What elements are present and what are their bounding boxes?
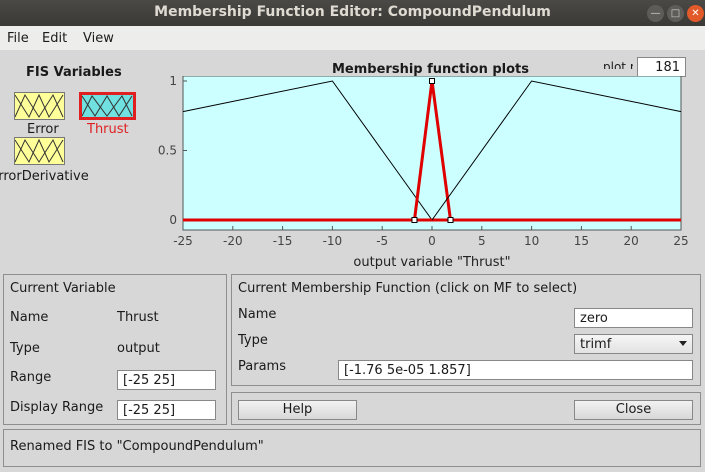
- mf-zero-vertex-handle: [411, 217, 418, 223]
- x-tick-label: -5: [376, 234, 388, 248]
- mf-triangles-icon: [14, 93, 64, 119]
- mf-type-select[interactable]: trimf: [574, 334, 693, 354]
- plot-points-input[interactable]: 181: [637, 57, 686, 77]
- status-text: Renamed FIS to "CompoundPendulum": [10, 439, 264, 454]
- fis-var-thrust[interactable]: [79, 92, 136, 120]
- x-axis-label: output variable "Thrust": [353, 255, 510, 270]
- mf-params-label: Params: [238, 359, 286, 374]
- fis-var-errorderivative[interactable]: [14, 137, 65, 165]
- close-button[interactable]: Close: [574, 400, 693, 420]
- fis-var-errorderivative-label-clip: ErrorDerivative: [0, 169, 110, 187]
- menu-edit[interactable]: Edit: [42, 31, 67, 46]
- menu-file[interactable]: File: [7, 31, 29, 46]
- membership-function-plot[interactable]: -25 -20 -15 -10 -5 0 5 10 15 20 25 0 0.5 1 left zero rig…: [150, 76, 705, 271]
- current-variable-title: Current Variable: [10, 281, 116, 296]
- cv-name-label: Name: [10, 310, 49, 325]
- current-variable-panel: Current Variable Name Thrust Type output…: [3, 274, 227, 425]
- mf-left-label: left: [322, 76, 343, 77]
- cv-name-value: Thrust: [117, 310, 159, 325]
- x-tick-label: 15: [574, 234, 589, 248]
- mf-triangles-icon: [81, 95, 133, 117]
- mf-type-value: trimf: [580, 337, 612, 352]
- current-mf-panel: Current Membership Function (click on MF…: [231, 274, 701, 386]
- x-tick-label: -15: [273, 234, 293, 248]
- mf-name-label: Name: [238, 307, 277, 322]
- status-bar: Renamed FIS to "CompoundPendulum": [3, 429, 701, 467]
- y-tick-label: 0: [169, 213, 177, 227]
- cv-display-range-input[interactable]: [-25 25]: [117, 400, 216, 420]
- menu-bar: File Edit View: [0, 26, 705, 50]
- plot-title: Membership function plots: [332, 62, 530, 77]
- close-icon[interactable]: ✕: [687, 5, 704, 22]
- help-button[interactable]: Help: [238, 400, 357, 420]
- fis-var-error[interactable]: [14, 92, 65, 120]
- mf-right-label: right: [516, 76, 547, 77]
- cv-type-label: Type: [10, 341, 40, 356]
- fis-variables-title: FIS Variables: [26, 65, 122, 80]
- fis-var-error-label: Error: [27, 122, 59, 137]
- x-tick-label: 10: [524, 234, 539, 248]
- x-tick-label: 5: [478, 234, 486, 248]
- mf-zero-vertex-handle: [447, 217, 454, 223]
- plot-background: [182, 76, 682, 231]
- x-tick-label: -25: [173, 234, 193, 248]
- mf-triangles-icon: [14, 138, 64, 164]
- cv-range-input[interactable]: [-25 25]: [117, 370, 216, 390]
- y-tick-label: 1: [169, 76, 177, 88]
- menu-view[interactable]: View: [83, 31, 114, 46]
- plot-points-label-clip: plot points:: [603, 60, 633, 69]
- x-tick-label: 20: [624, 234, 639, 248]
- x-tick-label: -20: [223, 234, 243, 248]
- fis-var-thrust-label: Thrust: [87, 122, 129, 137]
- minimize-icon[interactable]: —: [647, 5, 664, 22]
- mf-params-input[interactable]: [-1.76 5e-05 1.857]: [338, 360, 693, 380]
- cv-range-label: Range: [10, 370, 52, 385]
- x-tick-label: 0: [428, 234, 436, 248]
- cv-display-range-label: Display Range: [10, 400, 104, 415]
- current-mf-title: Current Membership Function (click on MF…: [238, 281, 578, 296]
- chevron-down-icon: [679, 341, 687, 346]
- mf-name-input[interactable]: zero: [574, 308, 693, 328]
- buttons-panel: Help Close: [231, 392, 701, 425]
- fis-var-errorderivative-label: ErrorDerivative: [0, 169, 89, 184]
- mf-zero-vertex-handle: [429, 78, 436, 84]
- mf-zero-label: zero: [416, 76, 448, 77]
- y-tick-label: 0.5: [158, 144, 177, 158]
- maximize-icon[interactable]: □: [667, 5, 684, 22]
- plot-points-label: plot points:: [603, 60, 633, 69]
- x-tick-label: -10: [323, 234, 343, 248]
- window-title: Membership Function Editor: CompoundPend…: [154, 4, 551, 20]
- mf-type-label: Type: [238, 333, 268, 348]
- x-tick-label: 25: [673, 234, 688, 248]
- title-bar: Membership Function Editor: CompoundPend…: [0, 0, 705, 26]
- cv-type-value: output: [117, 341, 160, 356]
